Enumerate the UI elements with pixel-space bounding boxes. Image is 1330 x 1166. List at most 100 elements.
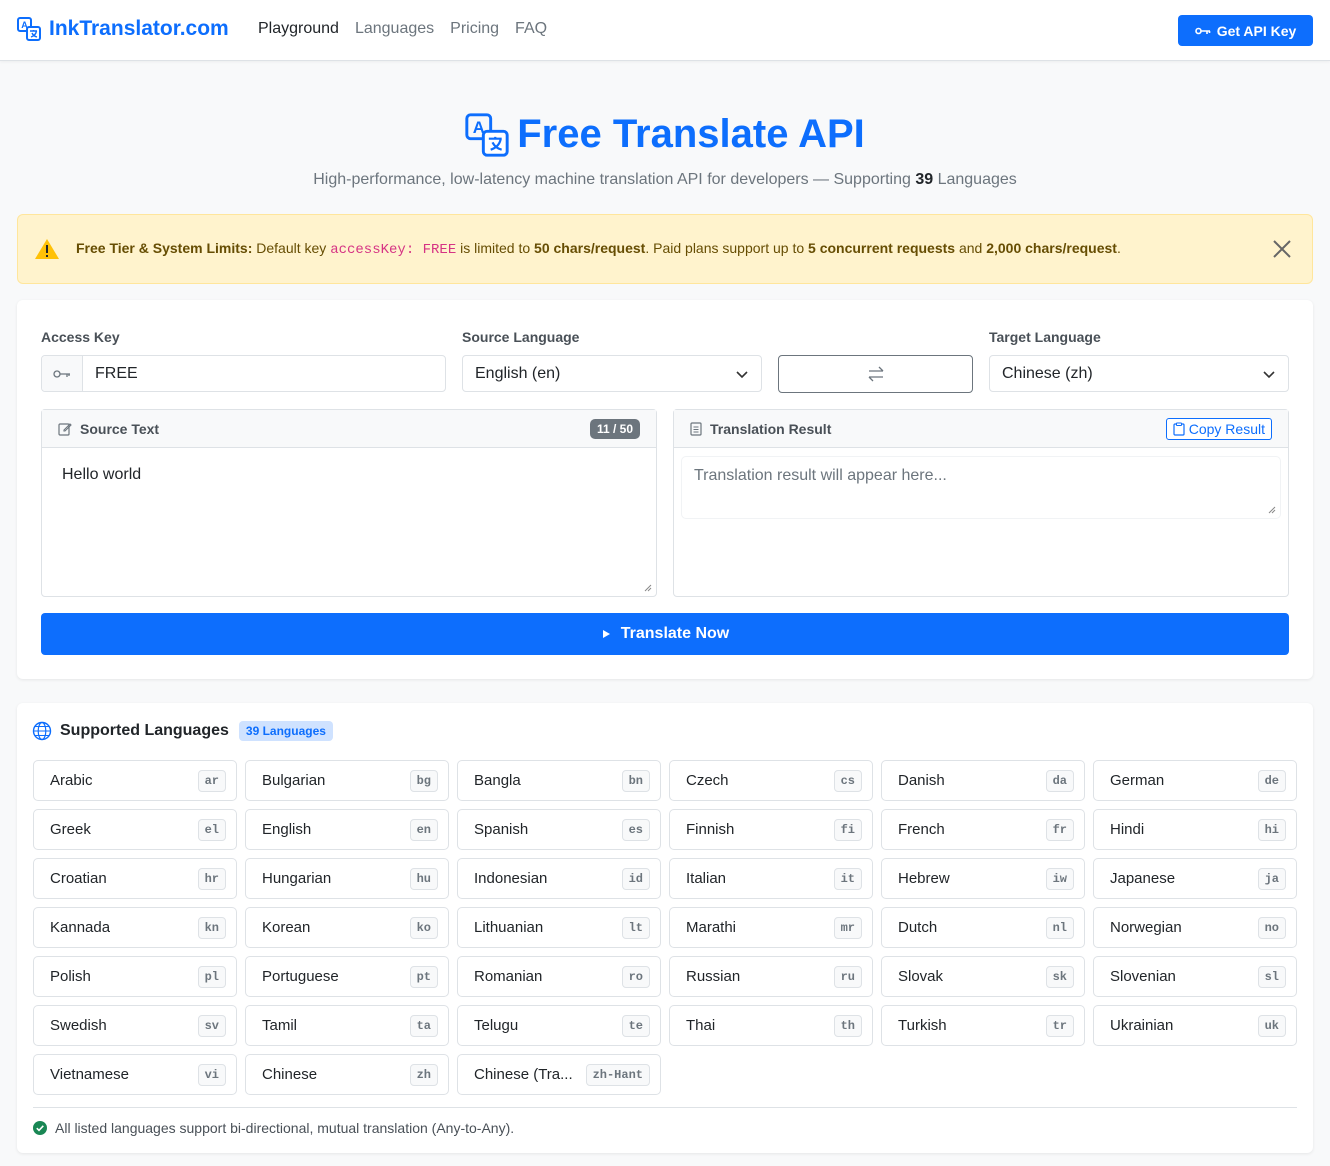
language-name: Bulgarian (262, 772, 326, 789)
language-item-el[interactable]: Greek el (33, 809, 237, 850)
edit-icon (58, 422, 72, 436)
alert-title: Free Tier & System Limits: (76, 240, 253, 256)
language-item-kn[interactable]: Kannada kn (33, 907, 237, 948)
language-item-no[interactable]: Norwegian no (1093, 907, 1297, 948)
language-name: Czech (686, 772, 729, 789)
language-name: Ukrainian (1110, 1017, 1174, 1034)
language-item-ja[interactable]: Japanese ja (1093, 858, 1297, 899)
language-item-cs[interactable]: Czech cs (669, 760, 873, 801)
alert-limit-paid-chars: 2,000 chars/request (986, 240, 1117, 256)
language-item-zh[interactable]: Chinese zh (245, 1054, 449, 1095)
translation-result-label: Translation Result (710, 420, 832, 437)
language-item-bg[interactable]: Bulgarian bg (245, 760, 449, 801)
language-name: Chinese (Tra... (474, 1066, 573, 1083)
nav-link-languages[interactable]: Languages (355, 20, 434, 38)
alert-limit-chars: 50 chars/request (534, 240, 646, 256)
close-icon[interactable] (1268, 235, 1296, 263)
language-code: th (833, 1014, 862, 1037)
document-icon (690, 421, 702, 436)
supported-languages-title: Supported Languages (60, 722, 229, 739)
nav-link-playground[interactable]: Playground (258, 20, 339, 38)
language-item-it[interactable]: Italian it (669, 858, 873, 899)
language-item-iw[interactable]: Hebrew iw (881, 858, 1085, 899)
language-item-da[interactable]: Danish da (881, 760, 1085, 801)
source-language-select[interactable]: English (en) (462, 355, 762, 392)
language-count-badge: 39 Languages (238, 721, 333, 741)
language-code: nl (1045, 916, 1074, 939)
language-name: Italian (686, 870, 727, 887)
language-code: bg (409, 769, 438, 792)
language-item-sl[interactable]: Slovenian sl (1093, 956, 1297, 997)
language-name: Vietnamese (50, 1066, 129, 1083)
get-api-key-button[interactable]: Get API Key (1178, 15, 1313, 46)
language-item-th[interactable]: Thai th (669, 1005, 873, 1046)
language-item-ru[interactable]: Russian ru (669, 956, 873, 997)
language-item-ta[interactable]: Tamil ta (245, 1005, 449, 1046)
translate-icon: A (465, 112, 509, 157)
access-key-input[interactable]: FREE (83, 365, 138, 383)
language-item-zh-hant[interactable]: Chinese (Tra... zh-Hant (457, 1054, 661, 1095)
language-item-nl[interactable]: Dutch nl (881, 907, 1085, 948)
language-item-fr[interactable]: French fr (881, 809, 1085, 850)
resize-grip-icon[interactable] (1268, 506, 1276, 514)
language-item-bn[interactable]: Bangla bn (457, 760, 661, 801)
languages-footer: All listed languages support bi-directio… (33, 1107, 1297, 1136)
source-text-panel: Source Text 11 / 50 Hello world (41, 409, 657, 597)
language-item-es[interactable]: Spanish es (457, 809, 661, 850)
language-item-pt[interactable]: Portuguese pt (245, 956, 449, 997)
language-item-en[interactable]: English en (245, 809, 449, 850)
language-name: Lithuanian (474, 919, 544, 936)
page-title: A Free Translate API (0, 112, 1330, 157)
language-code: hr (197, 867, 226, 890)
brand-logo[interactable]: A InkTranslator.com (17, 17, 229, 41)
language-item-mr[interactable]: Marathi mr (669, 907, 873, 948)
languages-footer-text: All listed languages support bi-directio… (55, 1120, 515, 1136)
language-name: Russian (686, 968, 741, 985)
language-item-id[interactable]: Indonesian id (457, 858, 661, 899)
language-item-hi[interactable]: Hindi hi (1093, 809, 1297, 850)
language-item-ar[interactable]: Arabic ar (33, 760, 237, 801)
language-code: ar (197, 769, 226, 792)
translate-now-button[interactable]: Translate Now (41, 613, 1289, 655)
language-code: de (1257, 769, 1286, 792)
language-item-de[interactable]: German de (1093, 760, 1297, 801)
language-name: Greek (50, 821, 91, 838)
language-item-sv[interactable]: Swedish sv (33, 1005, 237, 1046)
brand-name: InkTranslator.com (49, 17, 229, 40)
language-item-ro[interactable]: Romanian ro (457, 956, 661, 997)
source-language-value: English (en) (475, 364, 561, 382)
language-code: en (409, 818, 438, 841)
translation-result-output[interactable]: Translation result will appear here... (682, 457, 1280, 518)
language-item-pl[interactable]: Polish pl (33, 956, 237, 997)
language-item-sk[interactable]: Slovak sk (881, 956, 1085, 997)
limits-alert: Free Tier & System Limits: Default key a… (17, 214, 1313, 284)
language-name: Swedish (50, 1017, 107, 1034)
language-item-lt[interactable]: Lithuanian lt (457, 907, 661, 948)
language-item-vi[interactable]: Vietnamese vi (33, 1054, 237, 1095)
language-item-ko[interactable]: Korean ko (245, 907, 449, 948)
source-text-input[interactable]: Hello world (42, 448, 656, 502)
language-code: no (1257, 916, 1286, 939)
alert-text-2: is limited to (460, 240, 531, 256)
language-item-fi[interactable]: Finnish fi (669, 809, 873, 850)
nav-link-pricing[interactable]: Pricing (450, 20, 499, 38)
language-code: cs (833, 769, 862, 792)
chevron-down-icon (1263, 370, 1275, 378)
nav-link-faq[interactable]: FAQ (515, 20, 547, 38)
language-name: Telugu (474, 1017, 519, 1034)
language-item-hr[interactable]: Croatian hr (33, 858, 237, 899)
language-name: Japanese (1110, 870, 1176, 887)
language-item-te[interactable]: Telugu te (457, 1005, 661, 1046)
language-code: pt (409, 965, 438, 988)
translation-result-header: Translation Result Copy Result (674, 410, 1288, 448)
swap-languages-button[interactable] (778, 355, 973, 393)
target-language-select[interactable]: Chinese (zh) (989, 355, 1289, 392)
resize-grip-icon[interactable] (644, 584, 652, 592)
language-count: 39 (915, 171, 934, 188)
language-item-hu[interactable]: Hungarian hu (245, 858, 449, 899)
language-item-tr[interactable]: Turkish tr (881, 1005, 1085, 1046)
copy-result-button[interactable]: Copy Result (1165, 417, 1272, 440)
supported-languages-header: Supported Languages 39 Languages (32, 721, 333, 741)
language-item-uk[interactable]: Ukrainian uk (1093, 1005, 1297, 1046)
clipboard-icon (1173, 422, 1185, 436)
